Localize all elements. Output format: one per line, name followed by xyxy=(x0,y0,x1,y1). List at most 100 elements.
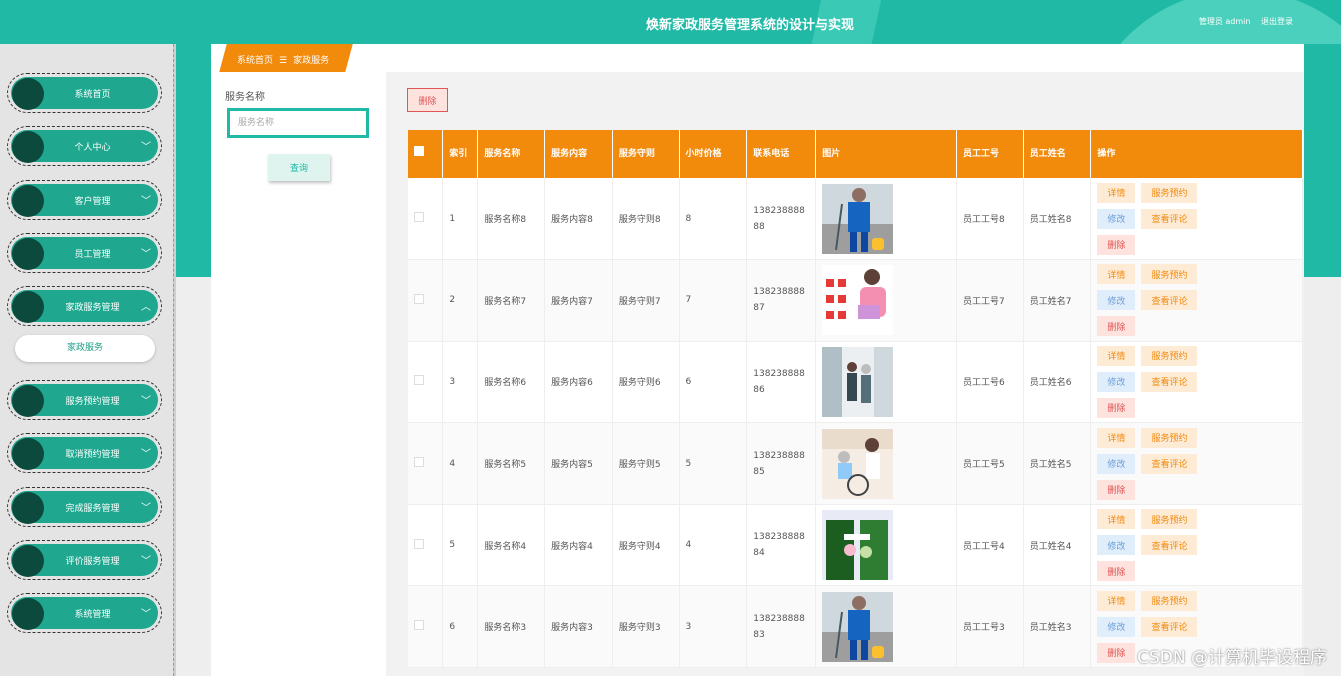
view-reviews-button[interactable]: 查看评论 xyxy=(1141,616,1198,637)
view-reviews-button[interactable]: 查看评论 xyxy=(1141,290,1198,311)
detail-button[interactable]: 详情 xyxy=(1097,427,1136,448)
menu-knob-icon xyxy=(12,385,44,417)
edit-button[interactable]: 修改 xyxy=(1097,453,1136,474)
user-area: 管理员 admin 退出登录 xyxy=(1191,16,1293,27)
breadcrumb-separator-icon: ☰ xyxy=(279,56,288,66)
cell-phone: 13823888886 xyxy=(746,341,817,424)
service-image[interactable] xyxy=(822,183,894,254)
select-all-checkbox[interactable] xyxy=(414,146,424,156)
detail-button[interactable]: 详情 xyxy=(1097,509,1136,530)
sidebar-item-2[interactable]: 客户管理 ﹀ xyxy=(7,180,162,220)
sidebar-item-6[interactable]: 取消预约管理 ﹀ xyxy=(7,433,162,473)
submenu-item-housekeeping-service[interactable]: 家政服务 xyxy=(15,335,155,362)
edit-button[interactable]: 修改 xyxy=(1097,535,1136,556)
cell-content: 服务内容8 xyxy=(544,178,613,261)
row-checkbox[interactable] xyxy=(414,375,424,386)
detail-button[interactable]: 详情 xyxy=(1097,182,1136,203)
delete-button[interactable]: 删除 xyxy=(1097,234,1136,255)
book-service-button[interactable]: 服务预约 xyxy=(1141,509,1198,530)
delete-button[interactable]: 删除 xyxy=(1097,316,1136,337)
cell-price: 5 xyxy=(679,422,748,505)
sidebar-item-3[interactable]: 员工管理 ﹀ xyxy=(7,233,162,273)
cell-phone: 13823888888 xyxy=(746,178,817,261)
cell-emp-name: 员工姓名3 xyxy=(1023,585,1092,669)
cell-phone: 13823888887 xyxy=(746,259,817,342)
cell-name: 服务名称6 xyxy=(477,341,546,424)
row-checkbox[interactable] xyxy=(414,620,424,631)
edit-button[interactable]: 修改 xyxy=(1097,208,1136,229)
table-row: 1 服务名称8 服务内容8 服务守则8 8 13823888888 员工工号8 员工姓名8 详情… xyxy=(408,178,1303,261)
col-actions: 操作 xyxy=(1090,130,1303,178)
search-input[interactable] xyxy=(227,108,369,138)
cell-price: 7 xyxy=(679,259,748,342)
sidebar-item-label: 系统首页 xyxy=(74,90,111,100)
sidebar-item-7[interactable]: 完成服务管理 ﹀ xyxy=(7,487,162,527)
book-service-button[interactable]: 服务预约 xyxy=(1141,345,1198,366)
row-checkbox[interactable] xyxy=(414,293,424,304)
cell-rules: 服务守则3 xyxy=(612,585,680,669)
detail-button[interactable]: 详情 xyxy=(1097,264,1136,285)
breadcrumb-home[interactable]: 系统首页 xyxy=(237,56,273,66)
detail-button[interactable]: 详情 xyxy=(1097,345,1136,366)
menu-knob-icon xyxy=(12,598,44,630)
cell-emp-no: 员工工号7 xyxy=(956,259,1024,342)
view-reviews-button[interactable]: 查看评论 xyxy=(1141,453,1198,474)
edit-button[interactable]: 修改 xyxy=(1097,371,1136,392)
service-image[interactable] xyxy=(822,591,894,662)
menu-knob-icon xyxy=(12,78,44,110)
cell-index: 3 xyxy=(442,341,479,424)
cell-emp-no: 员工工号3 xyxy=(956,585,1024,669)
sidebar-item-0[interactable]: 系统首页 xyxy=(7,73,162,113)
row-checkbox[interactable] xyxy=(414,538,424,549)
service-image[interactable] xyxy=(822,346,894,417)
cell-emp-name: 员工姓名7 xyxy=(1023,259,1092,342)
sidebar-item-label: 评价服务管理 xyxy=(65,557,120,567)
service-image[interactable] xyxy=(822,265,894,336)
menu-knob-icon xyxy=(12,185,44,217)
col-emp-name: 员工姓名 xyxy=(1023,130,1092,178)
service-image[interactable] xyxy=(822,428,894,499)
sidebar-item-8[interactable]: 评价服务管理 ﹀ xyxy=(7,540,162,580)
sidebar-item-9[interactable]: 系统管理 ﹀ xyxy=(7,593,162,633)
breadcrumb-current: 家政服务 xyxy=(293,56,330,66)
menu-knob-icon xyxy=(12,238,44,270)
cell-emp-no: 员工工号5 xyxy=(956,422,1024,505)
service-image[interactable] xyxy=(822,510,894,581)
sidebar-item-4[interactable]: 家政服务管理 ︿ xyxy=(7,286,162,326)
delete-button[interactable]: 删除 xyxy=(1097,397,1136,418)
select-all-checkbox-cell[interactable] xyxy=(408,130,444,178)
book-service-button[interactable]: 服务预约 xyxy=(1141,182,1198,203)
cell-emp-name: 员工姓名6 xyxy=(1023,341,1092,424)
cell-price: 8 xyxy=(679,178,748,261)
col-index: 索引 xyxy=(442,130,479,178)
cell-index: 2 xyxy=(442,259,479,342)
menu-knob-icon xyxy=(12,291,44,323)
book-service-button[interactable]: 服务预约 xyxy=(1141,590,1198,611)
chevron-down-icon: ﹀ xyxy=(141,142,151,153)
book-service-button[interactable]: 服务预约 xyxy=(1141,264,1198,285)
book-service-button[interactable]: 服务预约 xyxy=(1141,427,1198,448)
query-button[interactable]: 查询 xyxy=(268,154,330,181)
cell-rules: 服务守则6 xyxy=(612,341,680,424)
edit-button[interactable]: 修改 xyxy=(1097,290,1136,311)
view-reviews-button[interactable]: 查看评论 xyxy=(1141,371,1198,392)
row-checkbox[interactable] xyxy=(414,212,424,223)
sidebar-item-5[interactable]: 服务预约管理 ﹀ xyxy=(7,380,162,420)
detail-button[interactable]: 详情 xyxy=(1097,590,1136,611)
edit-button[interactable]: 修改 xyxy=(1097,616,1136,637)
col-price: 小时价格 xyxy=(679,130,748,178)
sidebar-item-1[interactable]: 个人中心 ﹀ xyxy=(7,126,162,166)
row-checkbox[interactable] xyxy=(414,457,424,468)
chevron-down-icon: ﹀ xyxy=(141,503,151,514)
chevron-down-icon: ﹀ xyxy=(141,556,151,567)
delete-button[interactable]: 删除 xyxy=(1097,642,1136,663)
batch-delete-button[interactable]: 删除 xyxy=(407,88,448,112)
delete-button[interactable]: 删除 xyxy=(1097,561,1136,582)
sidebar-item-label: 个人中心 xyxy=(74,143,111,153)
logout-link[interactable]: 退出登录 xyxy=(1261,17,1293,26)
search-label: 服务名称 xyxy=(225,92,265,103)
delete-button[interactable]: 删除 xyxy=(1097,479,1136,500)
cell-phone: 13823888885 xyxy=(746,422,817,505)
view-reviews-button[interactable]: 查看评论 xyxy=(1141,208,1198,229)
view-reviews-button[interactable]: 查看评论 xyxy=(1141,535,1198,556)
